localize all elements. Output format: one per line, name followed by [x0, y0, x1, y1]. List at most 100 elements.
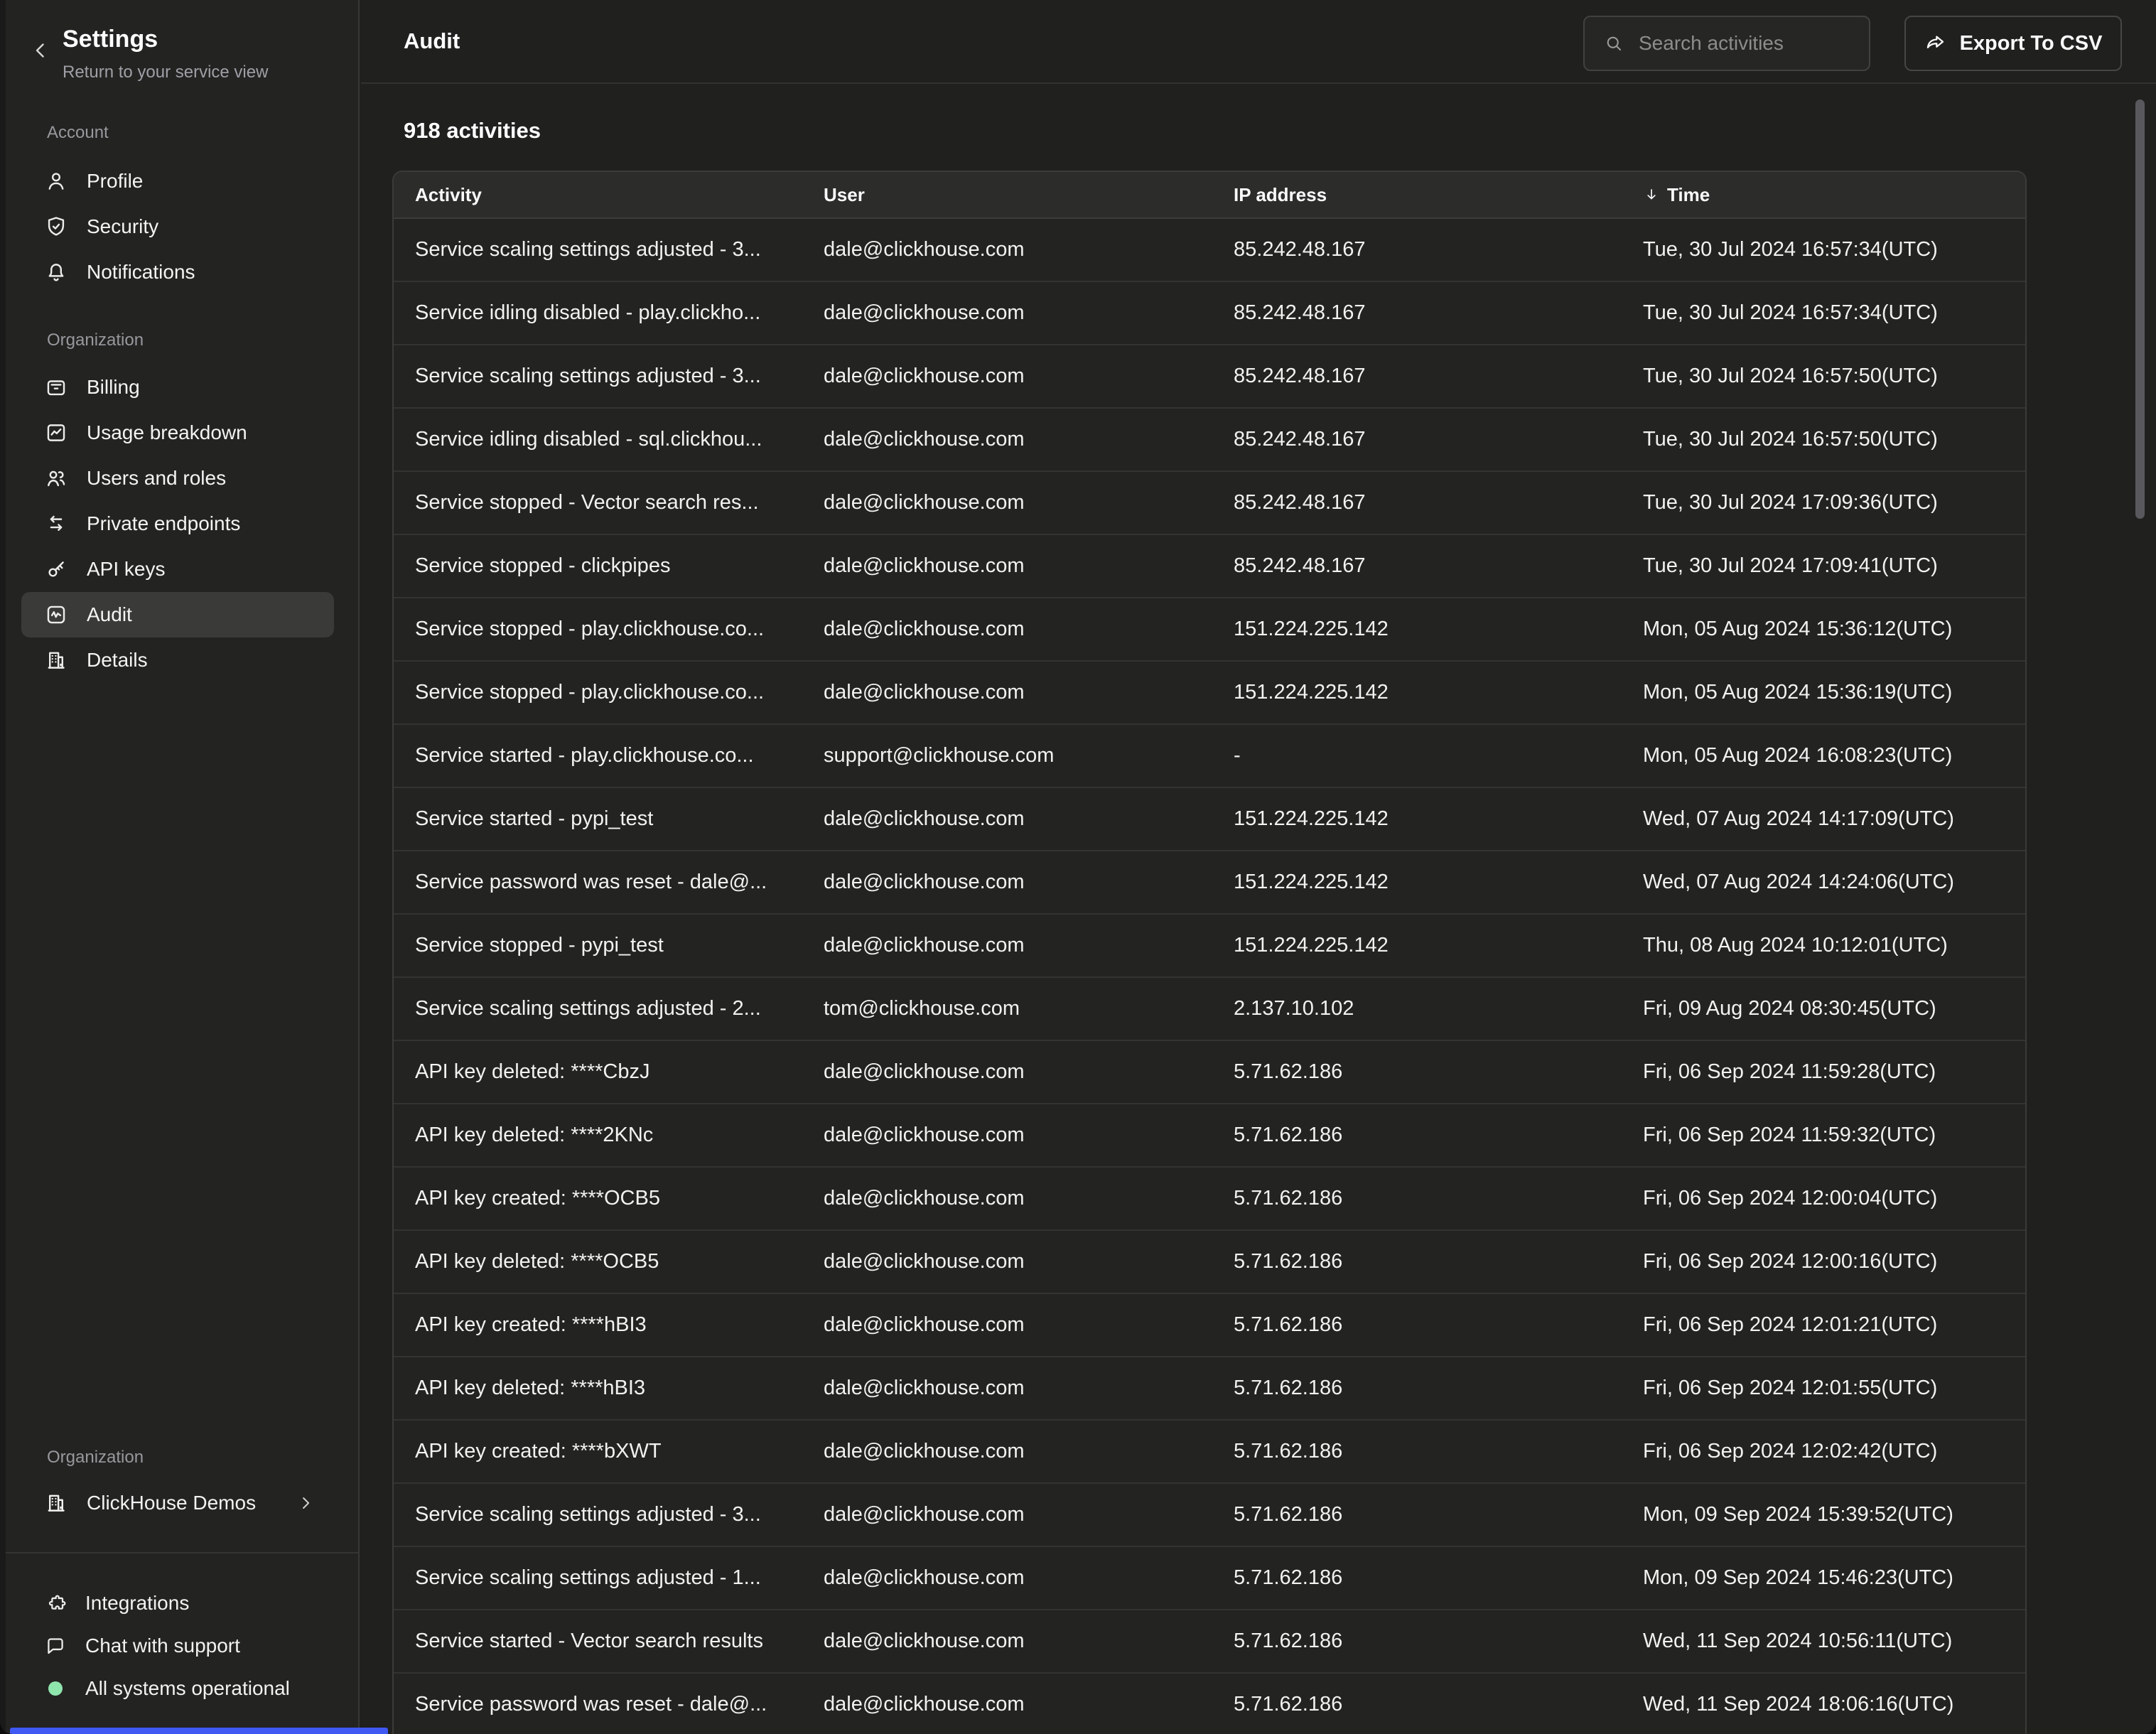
table-row[interactable]: Service started - play.clickhouse.co...s…: [394, 723, 2025, 787]
cell-ip: 151.224.225.142: [1212, 618, 1622, 641]
sidebar-item-clickhouse-demos[interactable]: ClickHouse Demos: [21, 1480, 334, 1526]
table-row[interactable]: Service stopped - clickpipesdale@clickho…: [394, 534, 2025, 597]
audit-page: Audit Export To CSV 918 activities Activ…: [361, 0, 2156, 1734]
building-icon: [44, 1491, 68, 1515]
cell-ip: 5.71.62.186: [1212, 1566, 1622, 1590]
sidebar-item-billing[interactable]: Billing: [21, 365, 334, 410]
cell-user: dale@clickhouse.com: [802, 934, 1212, 957]
cell-activity: Service password was reset - dale@...: [394, 871, 802, 894]
cell-ip: 5.71.62.186: [1212, 1250, 1622, 1273]
topbar: Audit Export To CSV: [361, 0, 2156, 84]
cell-activity: Service stopped - Vector search res...: [394, 491, 802, 515]
cell-user: dale@clickhouse.com: [802, 1566, 1212, 1590]
back-chevron-icon[interactable]: [28, 38, 53, 63]
table-row[interactable]: API key created: ****hBI3dale@clickhouse…: [394, 1293, 2025, 1356]
sidebar-item-label: Security: [87, 215, 158, 238]
cell-activity: Service idling disabled - sql.clickhou..…: [394, 428, 802, 451]
table-row[interactable]: Service password was reset - dale@...dal…: [394, 1672, 2025, 1734]
column-header-ip[interactable]: IP address: [1212, 184, 1622, 206]
table-row[interactable]: Service stopped - Vector search res...da…: [394, 470, 2025, 534]
table-row[interactable]: Service scaling settings adjusted - 3...…: [394, 219, 2025, 281]
table-row[interactable]: API key created: ****OCB5dale@clickhouse…: [394, 1166, 2025, 1229]
cell-user: dale@clickhouse.com: [802, 491, 1212, 515]
column-header-activity[interactable]: Activity: [394, 184, 802, 206]
sidebar-item-usage-breakdown[interactable]: Usage breakdown: [21, 410, 334, 456]
sidebar-item-notifications[interactable]: Notifications: [21, 249, 334, 295]
footer-item-integrations[interactable]: Integrations: [21, 1582, 334, 1625]
column-header-time[interactable]: Time: [1622, 184, 2025, 206]
table-row[interactable]: Service idling disabled - sql.clickhou..…: [394, 407, 2025, 470]
sidebar-divider: [0, 1552, 358, 1553]
table-row[interactable]: Service scaling settings adjusted - 3...…: [394, 344, 2025, 407]
cell-time: Fri, 06 Sep 2024 12:02:42(UTC): [1622, 1440, 2025, 1463]
search-input[interactable]: [1637, 31, 1850, 55]
cell-ip: 5.71.62.186: [1212, 1630, 1622, 1653]
table-row[interactable]: Service stopped - play.clickhouse.co...d…: [394, 597, 2025, 660]
table-row[interactable]: Service password was reset - dale@...dal…: [394, 850, 2025, 913]
sidebar-item-details[interactable]: Details: [21, 637, 334, 683]
search-box[interactable]: [1583, 16, 1870, 71]
table-row[interactable]: Service started - pypi_testdale@clickhou…: [394, 787, 2025, 850]
cell-user: dale@clickhouse.com: [802, 554, 1212, 578]
export-csv-label: Export To CSV: [1960, 32, 2103, 55]
sidebar-item-audit[interactable]: Audit: [21, 592, 334, 637]
cell-ip: 5.71.62.186: [1212, 1060, 1622, 1084]
table-row[interactable]: Service started - Vector search resultsd…: [394, 1609, 2025, 1672]
cell-time: Tue, 30 Jul 2024 16:57:34(UTC): [1622, 301, 2025, 325]
table-row[interactable]: Service stopped - pypi_testdale@clickhou…: [394, 913, 2025, 976]
cell-activity: API key created: ****bXWT: [394, 1440, 802, 1463]
footer-item-label: All systems operational: [85, 1677, 290, 1700]
search-icon: [1603, 33, 1624, 54]
cell-activity: Service stopped - pypi_test: [394, 934, 802, 957]
cell-ip: 5.71.62.186: [1212, 1440, 1622, 1463]
column-header-user[interactable]: User: [802, 184, 1212, 206]
table-row[interactable]: API key deleted: ****2KNcdale@clickhouse…: [394, 1103, 2025, 1166]
chevron-right-icon: [296, 1493, 316, 1513]
cell-activity: Service password was reset - dale@...: [394, 1693, 802, 1716]
cell-user: dale@clickhouse.com: [802, 1503, 1212, 1526]
cell-activity: Service scaling settings adjusted - 3...: [394, 365, 802, 388]
cell-ip: 151.224.225.142: [1212, 807, 1622, 831]
cell-user: dale@clickhouse.com: [802, 301, 1212, 325]
cell-user: dale@clickhouse.com: [802, 1693, 1212, 1716]
cell-user: dale@clickhouse.com: [802, 1250, 1212, 1273]
sidebar-item-users-and-roles[interactable]: Users and roles: [21, 456, 334, 501]
sidebar-item-security[interactable]: Security: [21, 204, 334, 249]
cell-activity: Service started - play.clickhouse.co...: [394, 744, 802, 768]
table-row[interactable]: API key deleted: ****CbzJdale@clickhouse…: [394, 1040, 2025, 1103]
audit-table-body: Service scaling settings adjusted - 3...…: [394, 219, 2025, 1734]
cell-activity: Service scaling settings adjusted - 1...: [394, 1566, 802, 1590]
cell-activity: Service started - Vector search results: [394, 1630, 802, 1653]
table-row[interactable]: Service idling disabled - play.clickho..…: [394, 281, 2025, 344]
settings-subtitle[interactable]: Return to your service view: [63, 63, 268, 82]
cell-user: dale@clickhouse.com: [802, 365, 1212, 388]
cell-time: Fri, 06 Sep 2024 12:01:21(UTC): [1622, 1313, 2025, 1337]
app-window: Settings Return to your service view Acc…: [0, 0, 2156, 1734]
table-row[interactable]: API key deleted: ****hBI3dale@clickhouse…: [394, 1356, 2025, 1419]
footer-item-all-systems-operational[interactable]: All systems operational: [21, 1667, 334, 1710]
sidebar-item-private-endpoints[interactable]: Private endpoints: [21, 501, 334, 546]
sort-arrow-down-icon: [1643, 186, 1660, 203]
sidebar-item-profile[interactable]: Profile: [21, 158, 334, 204]
sidebar-item-api-keys[interactable]: API keys: [21, 546, 334, 592]
cell-time: Tue, 30 Jul 2024 16:57:34(UTC): [1622, 238, 2025, 262]
table-row[interactable]: Service scaling settings adjusted - 2...…: [394, 976, 2025, 1040]
cell-user: dale@clickhouse.com: [802, 807, 1212, 831]
cell-ip: 5.71.62.186: [1212, 1313, 1622, 1337]
activity-pulse-icon: [44, 603, 68, 627]
vertical-scrollbar-thumb[interactable]: [2135, 99, 2145, 519]
footer-item-label: Chat with support: [85, 1635, 240, 1657]
organization-name: ClickHouse Demos: [87, 1492, 256, 1514]
cell-ip: 5.71.62.186: [1212, 1124, 1622, 1147]
table-row[interactable]: API key created: ****bXWTdale@clickhouse…: [394, 1419, 2025, 1482]
column-header-time-label: Time: [1667, 184, 1710, 206]
footer-item-chat-with-support[interactable]: Chat with support: [21, 1625, 334, 1667]
table-row[interactable]: Service scaling settings adjusted - 3...…: [394, 1482, 2025, 1546]
cell-ip: 85.242.48.167: [1212, 238, 1622, 262]
cell-ip: -: [1212, 744, 1622, 768]
export-csv-button[interactable]: Export To CSV: [1904, 16, 2122, 71]
sidebar-item-label: Users and roles: [87, 467, 226, 490]
table-row[interactable]: Service stopped - play.clickhouse.co...d…: [394, 660, 2025, 723]
table-row[interactable]: API key deleted: ****OCB5dale@clickhouse…: [394, 1229, 2025, 1293]
table-row[interactable]: Service scaling settings adjusted - 1...…: [394, 1546, 2025, 1609]
